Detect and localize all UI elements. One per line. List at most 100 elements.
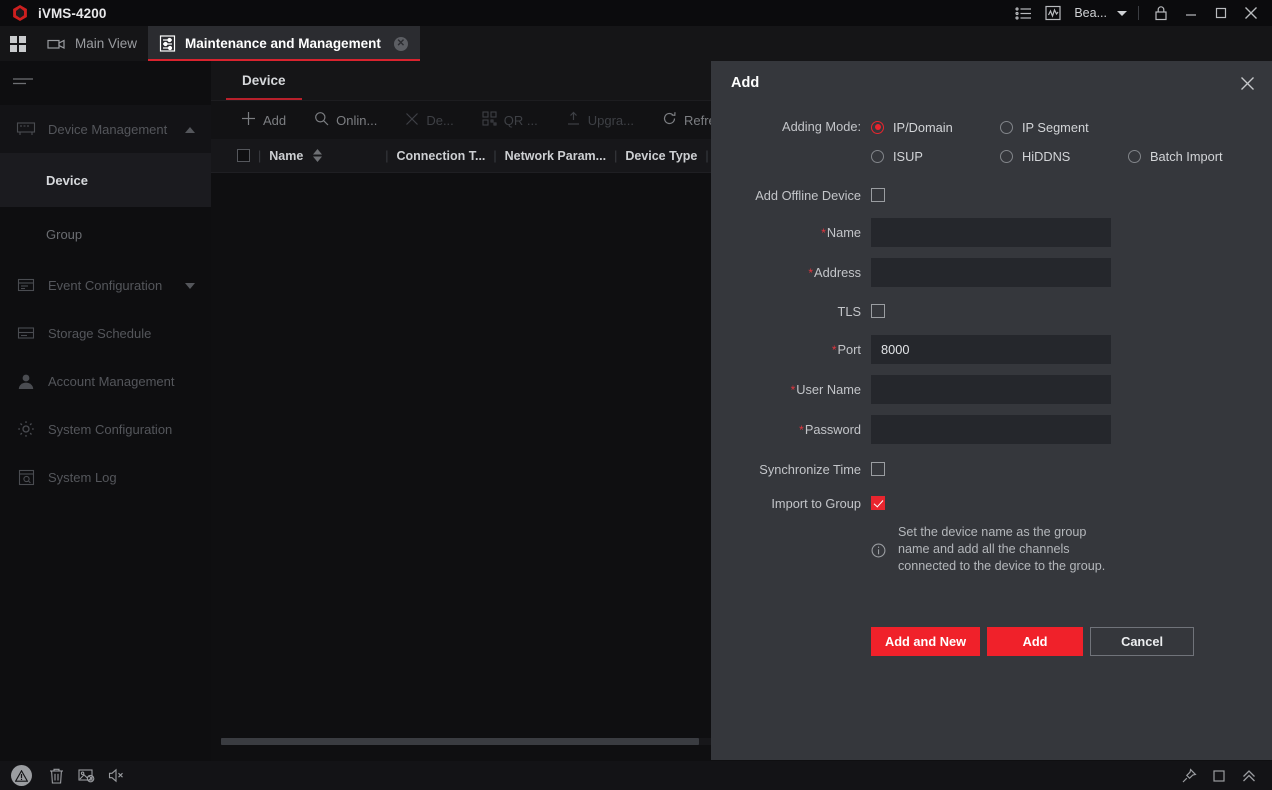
adding-mode-options-row-2: ISUP HiDDNS Batch Import — [871, 140, 1223, 172]
column-header-connection-type[interactable]: Connection T... — [391, 149, 492, 163]
field-label: User Name — [796, 382, 861, 397]
import-to-group-checkbox[interactable] — [871, 496, 885, 510]
maintenance-icon — [159, 35, 176, 52]
add-offline-device-checkbox[interactable] — [871, 188, 885, 202]
port-label: *Port — [711, 342, 871, 357]
address-input[interactable] — [871, 258, 1111, 287]
toolbar-online-device-button[interactable]: Onlin... — [300, 101, 391, 139]
divider: | — [258, 148, 262, 163]
divider: | — [385, 148, 389, 163]
sidebar-item-group[interactable]: Group — [0, 207, 211, 261]
mute-icon[interactable] — [101, 761, 131, 790]
qrcode-icon — [482, 111, 497, 129]
dialog-buttons-row: Add and New Add Cancel — [711, 627, 1272, 656]
divider: | — [493, 148, 497, 163]
sidebar-item-system-configuration[interactable]: System Configuration — [0, 405, 211, 453]
divider: | — [614, 148, 618, 163]
column-header-network-parameters[interactable]: Network Param... — [499, 149, 612, 163]
sidebar-item-label: Account Management — [48, 373, 175, 389]
radio-batch-import[interactable]: Batch Import — [1128, 149, 1223, 164]
add-button[interactable]: Add — [987, 627, 1084, 656]
pin-icon[interactable] — [1174, 761, 1204, 790]
synchronize-time-row: Synchronize Time — [711, 456, 1272, 482]
dialog-title: Add — [731, 75, 760, 91]
maximize-icon[interactable] — [1206, 0, 1236, 26]
device-icon — [14, 121, 38, 137]
sidebar-item-system-log[interactable]: System Log — [0, 453, 211, 501]
import-to-group-note-row: Set the device name as the group name an… — [711, 524, 1272, 575]
toolbar-upgrade-button[interactable]: Upgra... — [552, 101, 648, 139]
tls-checkbox[interactable] — [871, 304, 885, 318]
content-tab-device[interactable]: Device — [226, 61, 302, 100]
column-header-device-type[interactable]: Device Type — [619, 149, 703, 163]
picture-disabled-icon[interactable] — [71, 761, 101, 790]
radio-icon — [871, 149, 884, 163]
app-title: iVMS-4200 — [38, 5, 107, 21]
radio-ip-segment[interactable]: IP Segment — [1000, 120, 1089, 135]
square-icon[interactable] — [1204, 761, 1234, 790]
sidebar-item-device-management[interactable]: Device Management — [0, 105, 211, 153]
scrollbar-thumb[interactable] — [221, 738, 699, 745]
minimize-icon[interactable] — [1176, 0, 1206, 26]
required-marker: * — [831, 343, 837, 357]
required-marker: * — [799, 423, 804, 437]
radio-isup[interactable]: ISUP — [871, 149, 1000, 164]
chevron-double-up-icon[interactable] — [1234, 761, 1264, 790]
sort-arrows-icon[interactable] — [313, 149, 323, 162]
password-label: *Password — [711, 422, 871, 437]
radio-label: IP/Domain — [893, 119, 953, 135]
dialog-close-icon[interactable] — [1239, 75, 1256, 92]
lock-icon[interactable] — [1146, 0, 1176, 26]
toolbar-label: Add — [263, 112, 287, 128]
user-name-row: *User Name — [711, 375, 1272, 404]
column-header-name[interactable]: Name — [263, 149, 383, 163]
name-label: *Name — [711, 225, 871, 240]
toolbar-delete-button[interactable]: De... — [391, 101, 467, 139]
list-icon[interactable] — [1008, 0, 1038, 26]
user-menu[interactable]: Bea... — [1068, 6, 1131, 20]
add-offline-device-label: Add Offline Device — [755, 187, 861, 203]
sidebar-item-device[interactable]: Device — [0, 153, 211, 207]
toolbar-label: De... — [426, 112, 454, 128]
title-bar: iVMS-4200 Bea... — [0, 0, 1272, 26]
radio-label: HiDDNS — [1022, 148, 1071, 164]
close-x-icon — [405, 112, 419, 129]
tab-main-view[interactable]: Main View — [36, 26, 148, 61]
sidebar-collapse-icon[interactable] — [0, 61, 211, 105]
grid-menu-icon[interactable] — [0, 26, 36, 61]
dialog-header: Add — [711, 61, 1272, 105]
upload-icon — [566, 111, 581, 129]
alert-warning-icon[interactable] — [11, 765, 32, 786]
chevron-down-icon — [185, 278, 195, 293]
trash-icon[interactable] — [41, 761, 71, 790]
radio-hiddns[interactable]: HiDDNS — [1000, 149, 1128, 164]
divider — [1138, 6, 1139, 20]
status-bar — [0, 761, 1272, 790]
user-name-input[interactable] — [871, 375, 1111, 404]
tls-row: TLS — [711, 298, 1272, 324]
column-label: Connection T... — [396, 148, 486, 163]
cancel-button[interactable]: Cancel — [1090, 627, 1195, 656]
add-device-dialog: Add Adding Mode: IP/Domain IP Segment IS… — [711, 61, 1272, 760]
tab-maintenance-and-management[interactable]: Maintenance and Management ✕ — [148, 26, 420, 61]
toolbar-add-button[interactable]: Add — [227, 101, 300, 139]
adding-mode-row-2: ISUP HiDDNS Batch Import — [711, 140, 1272, 172]
select-all-checkbox[interactable] — [211, 149, 256, 162]
radio-ip-domain[interactable]: IP/Domain — [871, 120, 1000, 135]
toolbar-qrcode-button[interactable]: QR ... — [468, 101, 552, 139]
synchronize-time-checkbox[interactable] — [871, 462, 885, 476]
name-input[interactable] — [871, 218, 1111, 247]
log-icon — [14, 469, 38, 486]
port-input[interactable] — [871, 335, 1111, 364]
close-icon[interactable] — [1236, 0, 1266, 26]
sidebar-item-storage-schedule[interactable]: Storage Schedule — [0, 309, 211, 357]
activity-chart-icon[interactable] — [1038, 0, 1068, 26]
tab-close-icon[interactable]: ✕ — [393, 36, 408, 51]
sidebar-item-account-management[interactable]: Account Management — [0, 357, 211, 405]
sidebar-item-event-configuration[interactable]: Event Configuration — [0, 261, 211, 309]
add-and-new-button[interactable]: Add and New — [871, 627, 981, 656]
content-tab-label: Device — [242, 73, 286, 88]
toolbar-label: Upgra... — [587, 112, 634, 128]
application-window: iVMS-4200 Bea... Main View Maintenance a… — [0, 0, 1272, 790]
password-input[interactable] — [871, 415, 1111, 444]
